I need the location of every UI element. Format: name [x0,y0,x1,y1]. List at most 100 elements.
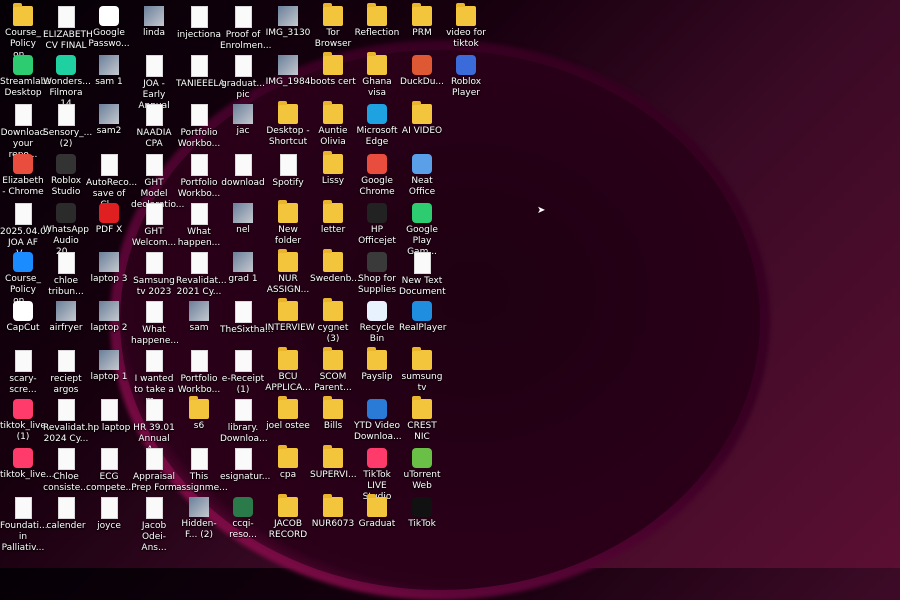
desktop-icon[interactable]: New Text Document [399,250,446,298]
desktop-icon[interactable]: Google Passwo... [86,4,132,52]
desktop-icon[interactable]: IMG_3130 [265,4,311,52]
desktop-icon[interactable]: Spotify [265,152,311,200]
desktop-icon[interactable]: joyce [86,495,132,543]
desktop-icon[interactable]: Roblox Player [443,53,489,101]
desktop-icon[interactable]: Shop for Supplies ... [354,250,400,306]
desktop-icon[interactable]: calender [43,495,89,543]
desktop-icon[interactable]: Proof of Enrolmen... [220,4,272,52]
desktop-icon[interactable]: Portfolio Workbo... [176,152,222,200]
desktop-icon[interactable]: scary-scre... [0,348,46,396]
desktop-icon[interactable]: PDF X [86,201,132,249]
desktop-icon[interactable]: Bills [310,396,356,445]
desktop-icon[interactable]: YTD Video Downloa... [354,397,402,445]
desktop-icon[interactable]: download [220,152,266,200]
desktop-icon[interactable]: Desktop - Shortcut [265,101,311,150]
desktop-icon[interactable]: Course_ Policy on... [0,3,46,60]
desktop-icon[interactable]: Samsung tv 2023 [131,250,177,298]
desktop-icon[interactable]: 2025.04.07 JOA AF V... [0,201,52,259]
desktop-icon[interactable]: Auntie Olivia [310,101,356,150]
desktop-icon[interactable]: sam 1 [86,53,132,101]
desktop-icon[interactable]: Swedenb... [310,249,360,298]
desktop-icon[interactable]: Hidden-F... (2) [176,495,222,543]
desktop-icon[interactable]: sam [176,299,222,347]
desktop-icon[interactable]: WhatsApp Audio 20... [43,201,89,257]
desktop-icon[interactable]: Reflection [354,3,400,52]
desktop-icon[interactable]: INTERVIEW [265,298,315,347]
desktop-icon[interactable]: cygnet (3) [310,298,356,347]
desktop-icon[interactable]: letter [310,200,356,249]
desktop-icon[interactable]: New folder [265,200,311,249]
desktop-icon[interactable]: RealPlayer [399,299,446,347]
desktop-icon[interactable]: video for tiktok [443,3,489,52]
desktop-icon[interactable]: Lissy [310,151,356,200]
desktop-icon[interactable]: Revalidat... 2024 Cy... [43,397,94,445]
desktop-icon[interactable]: TikTok LIVE Studio [354,446,400,502]
desktop-icon[interactable]: jac [220,102,266,150]
desktop-icon[interactable]: IMG_1984 [265,53,311,101]
desktop-icon[interactable]: SUPERVI... [310,445,357,494]
desktop-icon[interactable]: What happene... [131,299,179,347]
desktop-icon[interactable]: NUR ASSIGN... [265,249,311,298]
desktop-icon[interactable]: Recycle Bin [354,299,400,347]
desktop-icon[interactable]: TikTok [399,495,445,543]
desktop-icon[interactable]: What happen... [176,201,222,249]
desktop-icon[interactable]: Google Play Gam... [399,201,445,257]
desktop-icon[interactable]: AI VIDEO [399,101,445,150]
desktop-icon[interactable]: Jacob Odei-Ans... [131,495,177,553]
desktop-icon[interactable]: Sensory_... (2) [43,102,92,150]
desktop-icon[interactable]: ELIZABETH CV FINAL [43,4,93,52]
desktop-icon[interactable]: ccqi-reso... [220,495,266,543]
desktop-icon[interactable]: Course_ Policy on... [0,250,46,306]
desktop-icon[interactable]: grad 1 [220,250,266,298]
desktop-icon[interactable]: JACOB RECORD [265,494,311,543]
desktop-icon[interactable]: This assignme... [176,446,228,494]
desktop-icon[interactable]: GHT Welcom... [131,201,177,249]
desktop-icon[interactable]: laptop 1 [86,348,132,396]
desktop-icon[interactable]: Revalidat... 2021 Cy... [176,250,227,298]
desktop-icon[interactable]: Wonders... Filmora 14 [43,53,91,109]
desktop-icon[interactable]: Neat Office [399,152,445,200]
desktop-icon[interactable]: hp laptop [86,397,132,445]
desktop-icon[interactable]: Foundati... in Palliativ... [0,495,48,553]
desktop-icon[interactable]: JOA - Early Annual R... [131,53,177,122]
desktop-icon[interactable]: graduat... pic [220,53,266,101]
desktop-icon[interactable]: DuckDu... [399,53,445,101]
desktop-icon[interactable]: GHT Model declaratio... [131,152,184,210]
desktop-icon[interactable]: uTorrent Web [399,446,445,494]
desktop-icon[interactable]: Microsoft Edge [354,102,400,150]
desktop-icon[interactable]: PRM [399,3,445,52]
desktop-icon[interactable]: Portfolio Workbo... [176,102,222,150]
desktop-icon[interactable]: e-Receipt (1) [220,348,266,396]
desktop-icon[interactable]: sam2 [86,102,132,150]
desktop-icon[interactable]: Streamlabs Desktop [0,53,51,101]
desktop-icon[interactable]: sumsung tv [399,347,445,396]
desktop-icon[interactable]: Google Chrome [354,152,400,200]
desktop-icon[interactable]: Chloe consiste... [43,446,89,494]
desktop-icon[interactable]: ECG compete... [86,446,134,494]
desktop-icon[interactable]: airfryer [43,299,89,347]
desktop-icon[interactable]: Roblox Studio [43,152,89,200]
desktop-icon[interactable]: TANIEEELA [176,53,225,101]
desktop-icon[interactable]: BCU APPLICA... [265,347,311,396]
desktop-icon[interactable]: tiktok_live... [0,446,54,494]
desktop-icon[interactable]: cpa [265,445,311,494]
desktop-icon[interactable]: Elizabeth - Chrome [0,152,46,200]
desktop-icon[interactable]: CREST NIC [399,396,445,445]
desktop-icon[interactable]: AutoReco... save of Cl... [86,152,137,210]
desktop-icon[interactable]: SCOM Parent... [310,347,356,396]
desktop-icon[interactable]: chloe tribun... [43,250,89,298]
desktop-icon[interactable]: Appraisal Prep Form [131,446,177,494]
desktop-icon[interactable]: I wanted to take a m... [131,348,177,406]
desktop-icon[interactable]: library. Downloa... [220,397,268,445]
desktop-icon[interactable]: Tor Browser [310,3,356,52]
desktop-icon[interactable]: boots cert [310,52,356,101]
desktop-icon[interactable]: CapCut [0,299,46,347]
desktop-icon[interactable]: HR 39.01 Annual A... [131,397,177,455]
desktop-icon[interactable]: Payslip [354,347,400,396]
desktop-icon[interactable]: HP Officejet ... [354,201,400,257]
desktop-icon[interactable]: reciept argos [43,348,89,396]
desktop-icon[interactable]: laptop 2 [86,299,132,347]
desktop-icon[interactable]: NAADIA CPA [131,102,177,150]
desktop-icon[interactable]: injectiona [176,4,222,52]
desktop-icon[interactable]: nel [220,201,266,249]
